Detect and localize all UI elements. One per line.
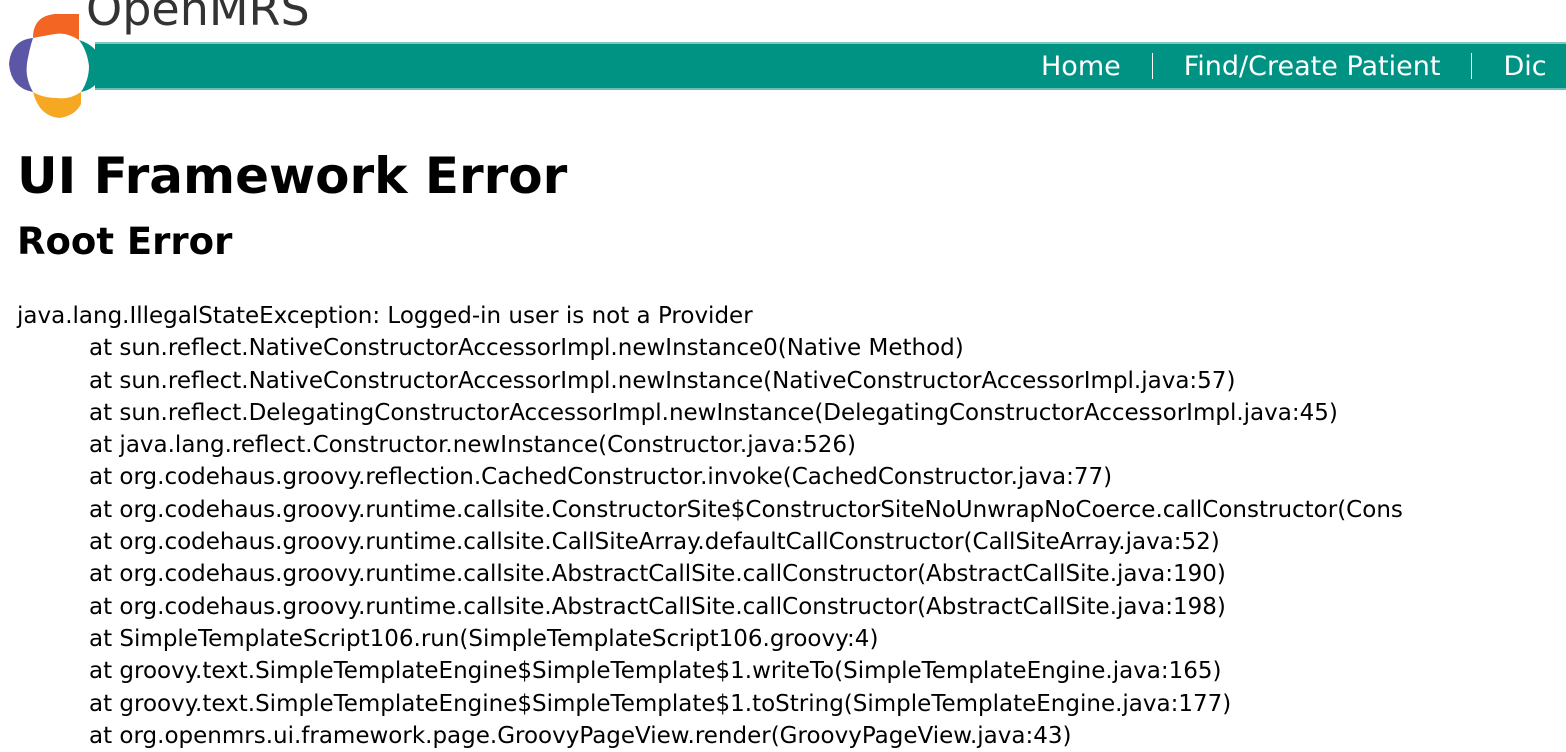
stack-frame: at org.openmrs.ui.framework.page.GroovyP… xyxy=(89,722,1072,749)
stack-frame: at SimpleTemplateScript106.run(SimpleTem… xyxy=(89,625,879,652)
stack-trace: java.lang.IllegalStateException: Logged-… xyxy=(17,300,1403,752)
stack-frame: at org.codehaus.groovy.reflection.Cached… xyxy=(89,464,1113,491)
main-nav: Home Find/Create Patient Dic xyxy=(1010,42,1566,90)
stack-frame: at org.codehaus.groovy.runtime.callsite.… xyxy=(89,529,1220,556)
header: OpenMRS Home Find/Create Patient Dic xyxy=(0,0,1566,125)
nav-dictionary-link[interactable]: Dic xyxy=(1472,51,1566,82)
stack-frame: at org.codehaus.groovy.runtime.callsite.… xyxy=(89,561,1226,588)
nav-find-create-patient-link[interactable]: Find/Create Patient xyxy=(1153,51,1472,82)
stack-frame: at groovy.text.SimpleTemplateEngine$Simp… xyxy=(89,658,1222,685)
stack-frame: at sun.reflect.NativeConstructorAccessor… xyxy=(89,367,1236,394)
stack-frame: at sun.reflect.NativeConstructorAccessor… xyxy=(89,335,964,362)
stack-frame: at sun.reflect.DelegatingConstructorAcce… xyxy=(89,399,1338,426)
brand-name: OpenMRS xyxy=(86,0,310,36)
stack-frame: at java.lang.reflect.Constructor.newInst… xyxy=(89,432,857,459)
stack-frame: at org.codehaus.groovy.runtime.callsite.… xyxy=(89,593,1226,620)
stack-frame: at org.codehaus.groovy.runtime.callsite.… xyxy=(89,496,1403,523)
main-content: UI Framework Error Root Error java.lang.… xyxy=(17,140,1403,752)
page-title: UI Framework Error xyxy=(17,147,568,205)
nav-home-link[interactable]: Home xyxy=(1010,51,1152,82)
exception-message: java.lang.IllegalStateException: Logged-… xyxy=(17,303,753,329)
stack-frame: at groovy.text.SimpleTemplateEngine$Simp… xyxy=(89,690,1232,717)
section-title: Root Error xyxy=(17,220,233,263)
